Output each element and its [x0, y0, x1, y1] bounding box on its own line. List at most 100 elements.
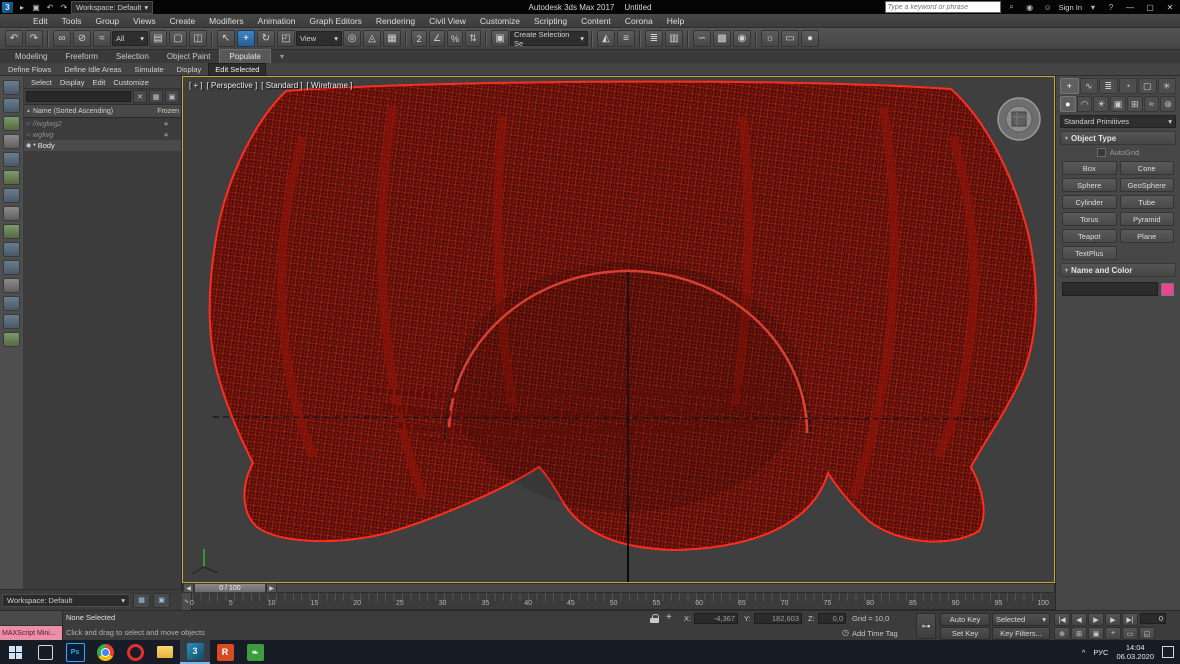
selection-filter-dropdown[interactable]: All ▾ — [112, 31, 148, 46]
geometry-category-icon[interactable]: ● — [1060, 96, 1076, 112]
menu-rendering[interactable]: Rendering — [369, 14, 422, 28]
minimize-button[interactable]: — — [1122, 1, 1138, 13]
display-all-icon[interactable] — [3, 80, 20, 95]
key-filters-button[interactable]: Key Filters... — [992, 627, 1050, 640]
menu-civil-view[interactable]: Civil View — [422, 14, 473, 28]
set-key-button[interactable]: Set Key — [940, 627, 990, 640]
pan-icon[interactable]: + — [1105, 627, 1121, 640]
viewport-general-menu[interactable]: [ + ] — [189, 81, 203, 90]
taskbar-clock[interactable]: 14:04 06.03.2020 — [1116, 643, 1154, 662]
menu-group[interactable]: Group — [89, 14, 127, 28]
viewport-pov-menu[interactable]: [ Perspective ] — [207, 81, 258, 90]
spinner-snap-icon[interactable]: ⇅ — [465, 30, 481, 47]
perspective-viewport[interactable]: [ + ] [ Perspective ] [ Standard ] [ Wir… — [182, 76, 1055, 583]
render-setup-icon[interactable]: ☼ — [761, 30, 779, 47]
workspace-dropdown[interactable]: Workspace: Default ▾ — [71, 0, 154, 14]
explorer-menu-display[interactable]: Display — [56, 78, 89, 87]
menu-create[interactable]: Create — [163, 14, 203, 28]
chevron-down-icon[interactable]: ▾ — [1086, 1, 1100, 13]
ribbon-tab-selection[interactable]: Selection — [107, 50, 158, 63]
viewcube[interactable] — [997, 97, 1041, 141]
selected-dropdown[interactable]: Selected ▾ — [992, 613, 1050, 626]
explorer-settings-icon[interactable] — [3, 332, 20, 347]
motion-tab-icon[interactable]: ◔ — [1118, 78, 1137, 94]
taskbar-3dsmax-icon[interactable]: 3 — [180, 640, 210, 664]
menu-help[interactable]: Help — [660, 14, 691, 28]
workspace-selector-dropdown[interactable]: Workspace: Default ▾ — [2, 593, 130, 607]
time-slider[interactable]: ◀ 0 / 100 ▶ — [182, 583, 1055, 593]
unlink-selection-icon[interactable]: ⊘ — [73, 30, 91, 47]
z-coord-field[interactable] — [818, 613, 846, 624]
go-to-end-button[interactable]: ▶| — [1122, 613, 1138, 626]
curve-editor-icon[interactable]: ∽ — [693, 30, 711, 47]
person-icon[interactable]: ☺ — [1041, 1, 1055, 13]
rendered-frame-window-icon[interactable]: ▭ — [781, 30, 799, 47]
name-and-color-rollout[interactable]: ▾ Name and Color — [1060, 263, 1176, 277]
utilities-tab-icon[interactable]: ✳ — [1157, 78, 1176, 94]
cone-button[interactable]: Cone — [1119, 161, 1174, 175]
y-coord-field[interactable] — [754, 613, 802, 624]
task-view-button[interactable] — [30, 640, 60, 664]
sort-by-type-icon[interactable] — [3, 260, 20, 275]
select-and-link-icon[interactable]: ∞ — [53, 30, 71, 47]
menu-customize[interactable]: Customize — [473, 14, 527, 28]
tube-button[interactable]: Tube — [1119, 195, 1174, 209]
list-item[interactable]: ◉ • Body — [24, 140, 181, 151]
close-button[interactable]: ✕ — [1162, 1, 1178, 13]
populate-simulate-button[interactable]: Simulate — [128, 64, 169, 75]
previous-frame-button[interactable]: ◀ — [1071, 613, 1087, 626]
menu-scripting[interactable]: Scripting — [527, 14, 574, 28]
select-and-rotate-icon[interactable]: ↻ — [257, 30, 275, 47]
lock-explorer-icon[interactable]: ▣ — [165, 90, 179, 103]
list-item[interactable]: ▱ wglwg ∗ — [24, 129, 181, 140]
geosphere-button[interactable]: GeoSphere — [1119, 178, 1174, 192]
box-button[interactable]: Box — [1062, 161, 1117, 175]
populate-edit-selected-button[interactable]: Edit Selected — [208, 62, 267, 76]
taskbar-photoshop-icon[interactable]: Ps — [60, 640, 90, 664]
selection-lock-icon[interactable]: ▣ — [153, 592, 170, 608]
display-lights-icon[interactable] — [3, 134, 20, 149]
menu-modifiers[interactable]: Modifiers — [202, 14, 250, 28]
name-column-header[interactable]: Name (Sorted Ascending) — [33, 108, 157, 115]
create-tab-icon[interactable]: + — [1060, 78, 1079, 94]
bind-to-space-warp-icon[interactable]: ≈ — [93, 30, 111, 47]
explorer-menu-select[interactable]: Select — [27, 78, 56, 87]
ribbon-tab-modeling[interactable]: Modeling — [6, 50, 56, 63]
app-menu-flyout-icon[interactable]: ▸ — [15, 1, 29, 13]
frozen-state-icon[interactable]: ∗ — [153, 131, 179, 139]
go-to-start-button[interactable]: |◀ — [1054, 613, 1070, 626]
taskbar-chrome-icon[interactable] — [90, 640, 120, 664]
menu-animation[interactable]: Animation — [251, 14, 303, 28]
lights-category-icon[interactable]: ☀ — [1093, 96, 1110, 112]
set-keys-button[interactable]: ⊶ — [916, 613, 936, 639]
sign-in-link[interactable]: Sign In — [1059, 3, 1082, 12]
maxscript-mini-listener[interactable]: MAXScript Mini... — [0, 611, 63, 641]
ribbon-tab-populate[interactable]: Populate — [219, 49, 272, 63]
wireframe-model[interactable] — [208, 80, 1037, 552]
explorer-menu-edit[interactable]: Edit — [88, 78, 109, 87]
language-indicator[interactable]: РУС — [1093, 648, 1108, 657]
taskbar-opera-icon[interactable] — [120, 640, 150, 664]
redo-icon[interactable]: ↷ — [25, 30, 43, 47]
search-icon[interactable]: ⌕ — [1005, 1, 1019, 13]
taskbar-explorer-icon[interactable] — [150, 640, 180, 664]
auto-key-button[interactable]: Auto Key — [940, 613, 990, 626]
teapot-button[interactable]: Teapot — [1062, 229, 1117, 243]
explorer-menu-customize[interactable]: Customize — [109, 78, 152, 87]
menu-views[interactable]: Views — [126, 14, 163, 28]
transform-type-in-icon[interactable]: + — [666, 612, 672, 623]
list-item[interactable]: ▱ //wglwg2 ∗ — [24, 118, 181, 129]
taskbar-green-app-icon[interactable]: ❧ — [240, 640, 270, 664]
ribbon-tab-object-paint[interactable]: Object Paint — [158, 50, 220, 63]
display-bones-icon[interactable] — [3, 206, 20, 221]
previous-frame-icon[interactable]: ◀ — [183, 583, 194, 593]
isolate-selection-icon[interactable]: ▦ — [133, 592, 150, 608]
app-logo-icon[interactable]: 3 — [2, 1, 13, 13]
select-and-move-icon[interactable]: + — [237, 30, 255, 47]
angle-snap-icon[interactable]: ∠ — [429, 30, 445, 47]
play-button[interactable]: ▶ — [1088, 613, 1104, 626]
x-coord-field[interactable] — [694, 613, 738, 624]
populate-define-idle-areas-button[interactable]: Define Idle Areas — [58, 64, 127, 75]
object-name-field[interactable] — [1062, 282, 1158, 296]
edit-named-selection-sets-icon[interactable]: ▣ — [491, 30, 509, 47]
